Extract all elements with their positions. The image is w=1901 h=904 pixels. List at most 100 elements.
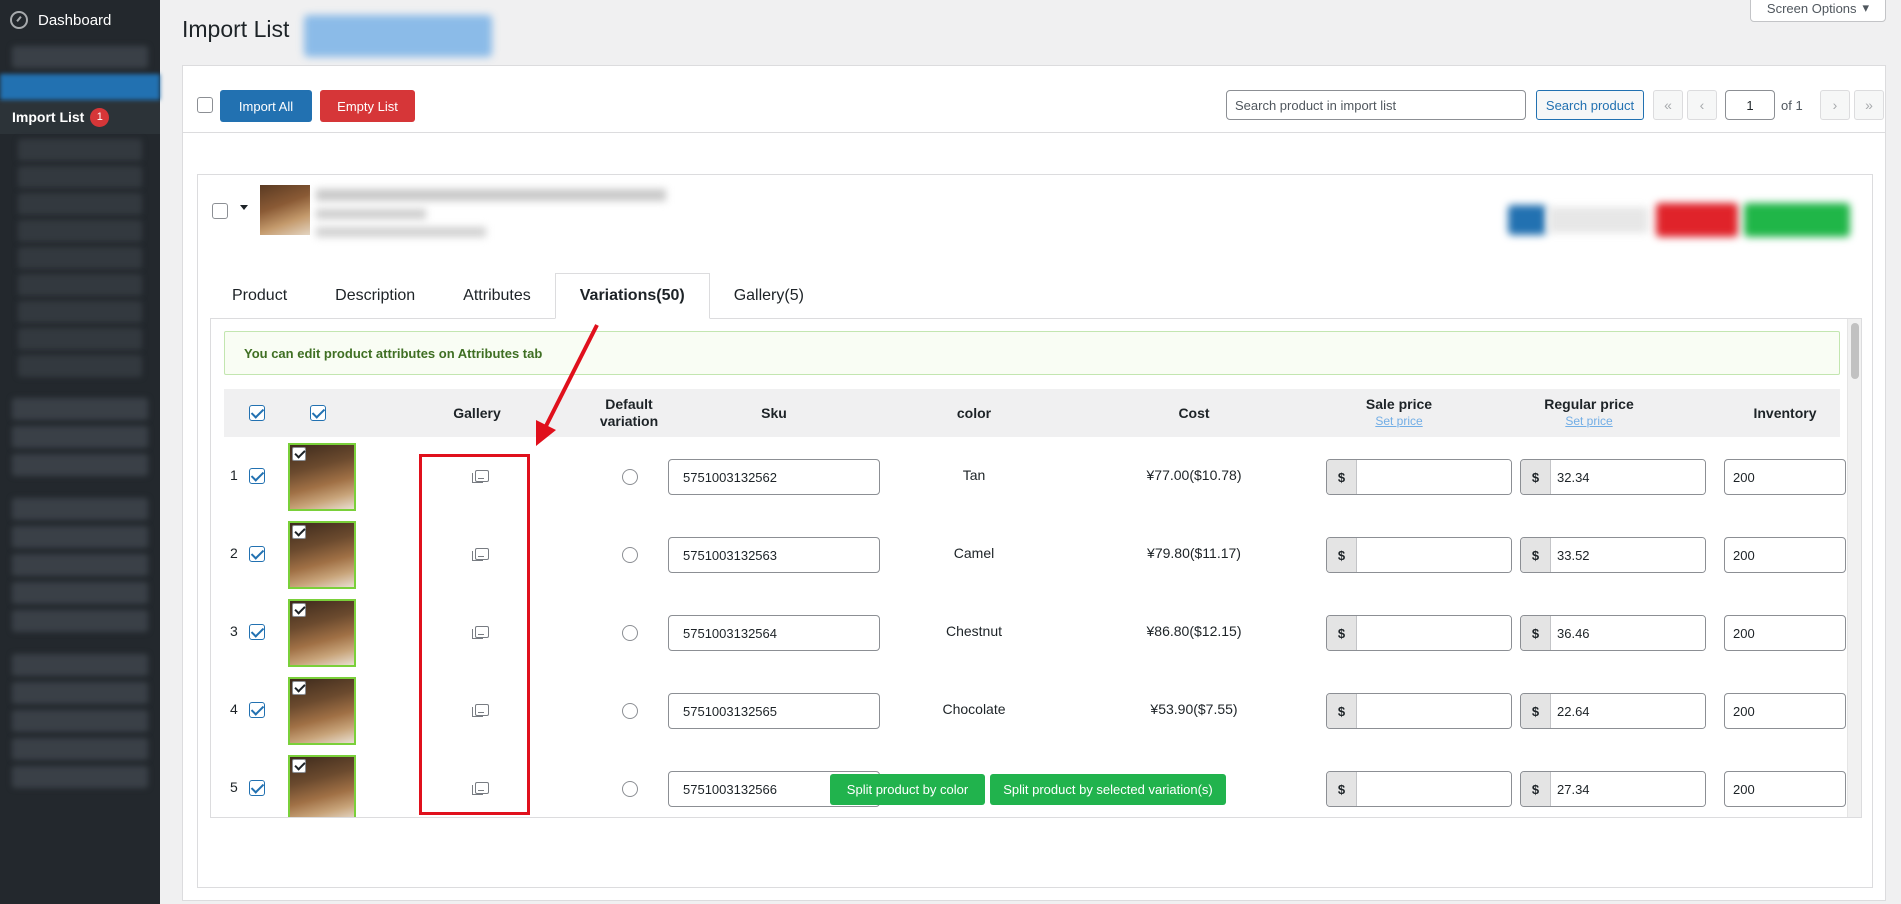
image-checkbox[interactable]: [292, 759, 306, 773]
last-page-button[interactable]: »: [1854, 90, 1884, 120]
tab-variations[interactable]: Variations(50): [554, 273, 710, 319]
image-checkbox[interactable]: [292, 681, 306, 695]
inventory-input[interactable]: 200: [1724, 615, 1846, 651]
select-all-variations-checkbox[interactable]: [249, 405, 265, 421]
sidebar-subitem-blurred[interactable]: [18, 328, 142, 350]
default-variation-radio[interactable]: [622, 625, 638, 641]
set-sale-price-link[interactable]: Set price: [1375, 413, 1422, 430]
variation-checkbox[interactable]: [249, 468, 265, 484]
sale-price-field[interactable]: $: [1326, 459, 1512, 495]
select-all-images-checkbox[interactable]: [310, 405, 326, 421]
sidebar-item-blurred[interactable]: [12, 454, 148, 476]
sku-input[interactable]: 5751003132564: [668, 615, 880, 651]
regular-price-input[interactable]: 36.46: [1551, 616, 1705, 650]
variation-checkbox[interactable]: [249, 624, 265, 640]
tab-gallery[interactable]: Gallery(5): [710, 273, 828, 319]
sidebar-item-blurred[interactable]: [12, 654, 148, 676]
sidebar-item-blurred[interactable]: [12, 766, 148, 788]
inventory-input[interactable]: 200: [1724, 537, 1846, 573]
variation-checkbox[interactable]: [249, 546, 265, 562]
sidebar-item-blurred[interactable]: [12, 738, 148, 760]
search-product-button[interactable]: Search product: [1536, 90, 1644, 120]
sidebar-item-dashboard[interactable]: Dashboard: [0, 0, 160, 40]
sidebar-subitem-blurred[interactable]: [18, 166, 142, 188]
set-regular-price-link[interactable]: Set price: [1565, 413, 1612, 430]
scrollbar-thumb[interactable]: [1851, 323, 1859, 379]
image-checkbox[interactable]: [292, 525, 306, 539]
product-checkbox[interactable]: [212, 203, 228, 219]
sidebar-item-blurred[interactable]: [12, 610, 148, 632]
variation-image[interactable]: [288, 443, 356, 511]
sidebar-item-blurred[interactable]: [12, 554, 148, 576]
screen-options-button[interactable]: Screen Options ▾: [1750, 0, 1886, 22]
tab-product[interactable]: Product: [208, 273, 311, 319]
product-action-blurred[interactable]: [1548, 207, 1648, 233]
inventory-input[interactable]: 200: [1724, 459, 1846, 495]
sale-price-input[interactable]: [1357, 694, 1511, 728]
image-checkbox[interactable]: [292, 447, 306, 461]
regular-price-input[interactable]: 27.34: [1551, 772, 1705, 806]
sidebar-item-blurred[interactable]: [12, 582, 148, 604]
sidebar-subitem-blurred[interactable]: [18, 274, 142, 296]
sidebar-subitem-blurred[interactable]: [18, 301, 142, 323]
sidebar-item-blurred[interactable]: [12, 398, 148, 420]
product-action-blurred[interactable]: [1508, 205, 1546, 235]
sidebar-item-blurred[interactable]: [12, 682, 148, 704]
first-page-button[interactable]: «: [1653, 90, 1683, 120]
product-import-blurred[interactable]: [1744, 203, 1850, 237]
product-remove-blurred[interactable]: [1656, 203, 1738, 237]
regular-price-field[interactable]: $ 27.34: [1520, 771, 1706, 807]
regular-price-input[interactable]: 22.64: [1551, 694, 1705, 728]
split-by-selected-button[interactable]: Split product by selected variation(s): [990, 774, 1226, 805]
sidebar-subitem-blurred[interactable]: [18, 355, 142, 377]
variation-image[interactable]: [288, 677, 356, 745]
sidebar-subitem-blurred[interactable]: [18, 193, 142, 215]
sidebar-subitem-blurred[interactable]: [18, 247, 142, 269]
image-checkbox[interactable]: [292, 603, 306, 617]
variation-image[interactable]: [288, 599, 356, 667]
sale-price-input[interactable]: [1357, 772, 1511, 806]
sidebar-item-blurred[interactable]: [12, 526, 148, 548]
variation-image[interactable]: [288, 521, 356, 589]
sidebar-item-blurred[interactable]: [12, 46, 148, 68]
sidebar-item-blurred[interactable]: [12, 710, 148, 732]
default-variation-radio[interactable]: [622, 547, 638, 563]
prev-page-button[interactable]: ‹: [1687, 90, 1717, 120]
sale-price-field[interactable]: $: [1326, 615, 1512, 651]
sku-input[interactable]: 5751003132563: [668, 537, 880, 573]
split-by-color-button[interactable]: Split product by color: [830, 774, 985, 805]
regular-price-input[interactable]: 33.52: [1551, 538, 1705, 572]
sidebar-item-blurred[interactable]: [12, 426, 148, 448]
regular-price-field[interactable]: $ 36.46: [1520, 615, 1706, 651]
sidebar-item-import-list[interactable]: Import List 1: [0, 100, 160, 134]
variation-checkbox[interactable]: [249, 780, 265, 796]
default-variation-radio[interactable]: [622, 781, 638, 797]
variations-scrollbar[interactable]: [1847, 319, 1861, 817]
default-variation-radio[interactable]: [622, 703, 638, 719]
inventory-input[interactable]: 200: [1724, 771, 1846, 807]
select-all-checkbox[interactable]: [197, 97, 213, 113]
regular-price-field[interactable]: $ 33.52: [1520, 537, 1706, 573]
sku-input[interactable]: 5751003132562: [668, 459, 880, 495]
sale-price-input[interactable]: [1357, 460, 1511, 494]
sale-price-field[interactable]: $: [1326, 537, 1512, 573]
current-page-input[interactable]: 1: [1725, 90, 1775, 120]
sku-input[interactable]: 5751003132565: [668, 693, 880, 729]
sale-price-field[interactable]: $: [1326, 771, 1512, 807]
empty-list-button[interactable]: Empty List: [320, 90, 415, 122]
sidebar-item-blurred[interactable]: [12, 498, 148, 520]
sidebar-subitem-blurred[interactable]: [18, 220, 142, 242]
sidebar-subitem-blurred[interactable]: [18, 139, 142, 161]
regular-price-input[interactable]: 32.34: [1551, 460, 1705, 494]
caret-down-icon[interactable]: [240, 205, 248, 210]
regular-price-field[interactable]: $ 32.34: [1520, 459, 1706, 495]
sale-price-input[interactable]: [1357, 616, 1511, 650]
tab-description[interactable]: Description: [311, 273, 439, 319]
sale-price-input[interactable]: [1357, 538, 1511, 572]
sidebar-item-active-blurred[interactable]: [0, 74, 160, 100]
sale-price-field[interactable]: $: [1326, 693, 1512, 729]
next-page-button[interactable]: ›: [1820, 90, 1850, 120]
search-input[interactable]: Search product in import list: [1226, 90, 1526, 120]
inventory-input[interactable]: 200: [1724, 693, 1846, 729]
variation-image[interactable]: [288, 755, 356, 817]
